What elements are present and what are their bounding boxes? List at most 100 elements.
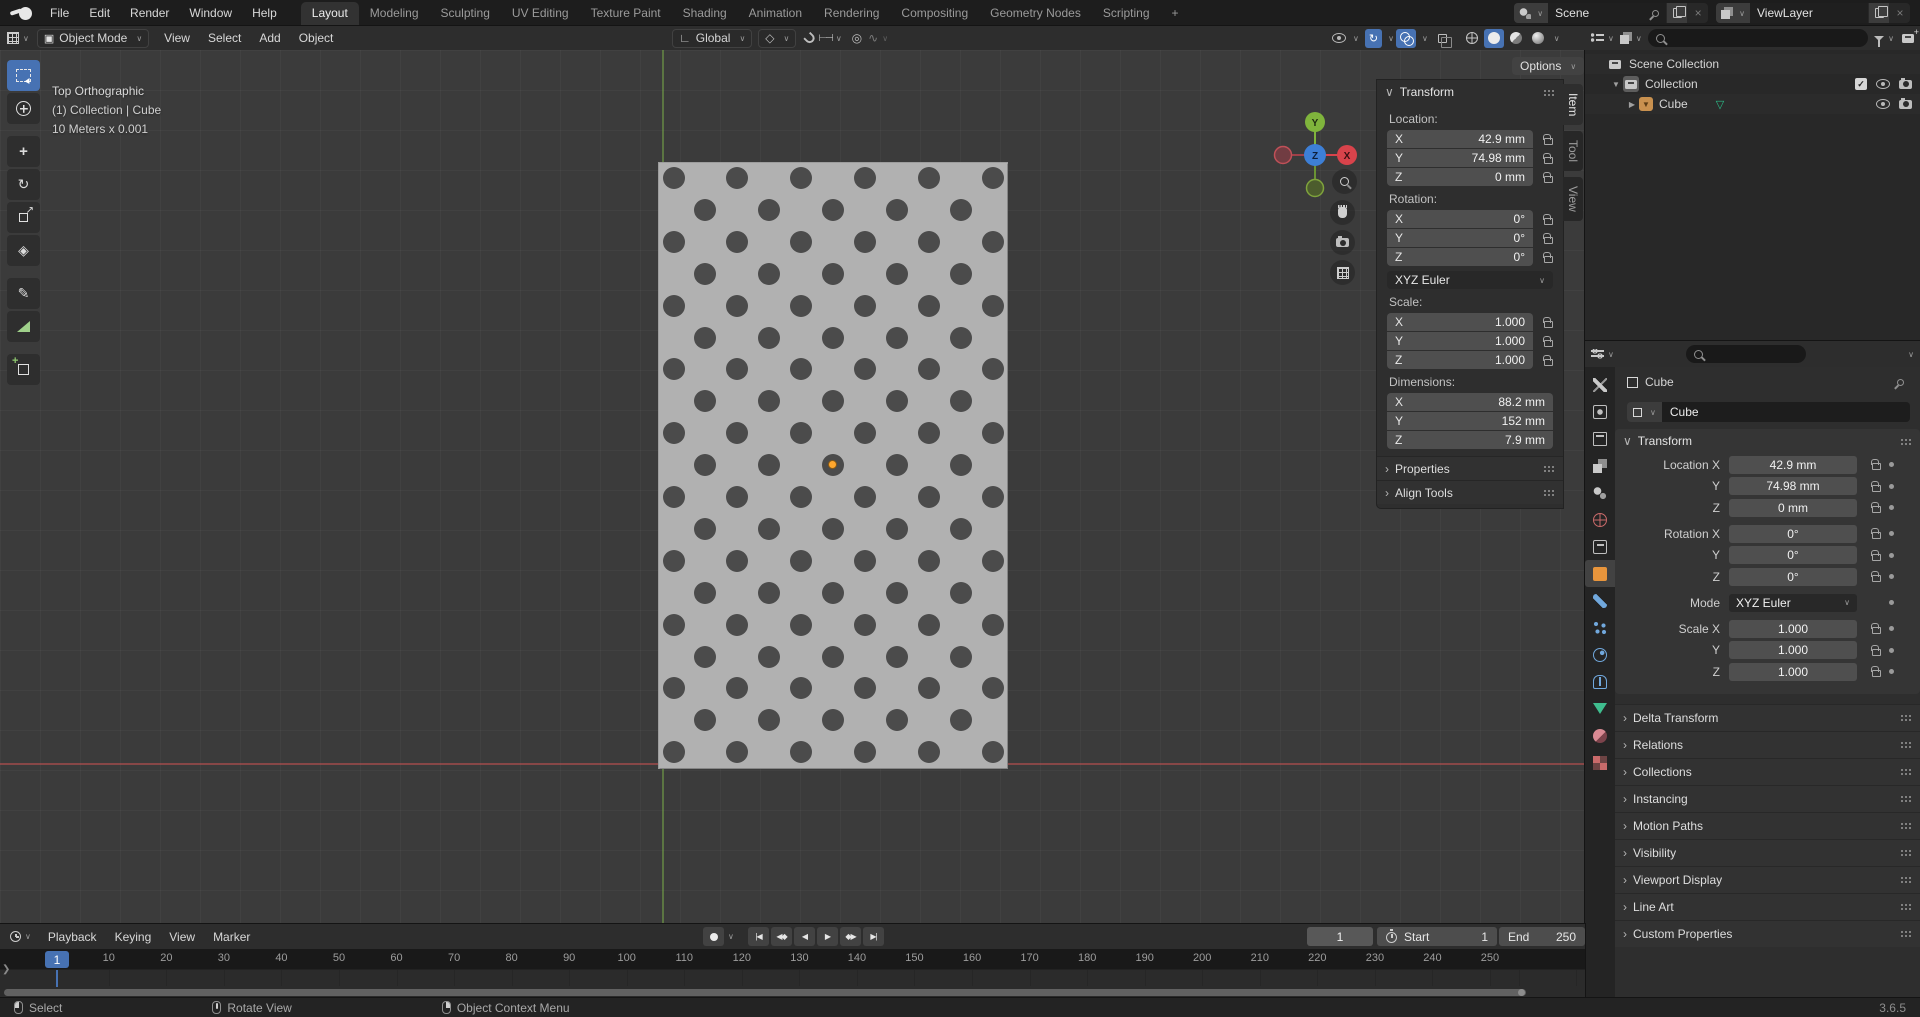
animate-dot[interactable] [1889,669,1894,674]
workspace-tab-scripting[interactable]: Scripting [1092,2,1161,26]
properties-tab-data[interactable] [1585,695,1615,722]
properties-tab-material[interactable] [1585,722,1615,749]
camera-view-button[interactable] [1330,230,1355,255]
current-frame-field[interactable]: 1 [1307,927,1373,946]
tool-transform[interactable]: ◈ [7,235,40,266]
transform-orientation-dropdown[interactable]: ∟ Global ∨ [672,28,753,48]
outliner-item-label[interactable]: Cube [1659,97,1688,111]
lock-icon[interactable] [1543,171,1553,183]
proportional-falloff-dropdown[interactable]: ∿ ∨ [868,31,888,45]
object-visibility-dropdown[interactable]: ∨ [1328,29,1363,48]
drag-dots-icon[interactable] [1899,794,1912,803]
zoom-button[interactable] [1332,169,1357,194]
drag-dots-icon[interactable] [1899,767,1912,776]
lock-icon[interactable] [1543,133,1553,145]
properties-tab-modifiers[interactable] [1585,587,1615,614]
perspective-toggle-button[interactable] [1330,260,1355,285]
workspace-tab-compositing[interactable]: Compositing [890,2,979,26]
panel-custom-properties[interactable]: › Custom Properties [1615,919,1920,947]
viewport-menu-add[interactable]: Add [250,31,289,45]
eye-icon[interactable] [1876,79,1890,89]
new-collection-button[interactable] [1902,27,1919,43]
viewlayer-name-field[interactable]: ViewLayer [1750,3,1868,23]
lock-icon[interactable] [1543,152,1553,164]
lock-icon[interactable] [1543,251,1553,263]
overlays-dropdown[interactable]: ∨ [1422,34,1428,43]
frame-end-field[interactable]: End 250 [1499,927,1585,946]
tool-add-cube[interactable] [7,354,40,385]
camera-icon[interactable] [1899,77,1912,89]
transform-panel-header[interactable]: ∨ Transform [1615,429,1920,453]
drag-dots-icon[interactable] [1899,740,1912,749]
lock-icon[interactable] [1871,623,1881,634]
eye-icon[interactable] [1876,99,1890,109]
y-field[interactable]: 74.98 mm [1729,477,1857,495]
drag-dots-icon[interactable] [1899,436,1912,446]
panel-relations[interactable]: › Relations [1615,730,1920,758]
workspace-tab-modeling[interactable]: Modeling [359,2,430,26]
dimensions-y-field[interactable]: Y 152 mm [1387,412,1553,430]
sidebar-tab-tool[interactable]: Tool [1563,131,1583,172]
panel-instancing[interactable]: › Instancing [1615,784,1920,812]
menu-edit[interactable]: Edit [79,0,120,26]
shading-dropdown[interactable]: ∨ [1554,34,1560,43]
panel-motion-paths[interactable]: › Motion Paths [1615,811,1920,839]
options-button[interactable]: Options ∨ [1512,57,1585,75]
timeline-menu-view[interactable]: View [160,930,204,944]
mode-dropdown[interactable]: ▣ Object Mode ∨ [36,28,150,48]
tool-cursor[interactable] [7,93,40,124]
properties-tab-output[interactable] [1585,425,1615,452]
animate-dot[interactable] [1889,626,1894,631]
workspace-tab-layout[interactable]: Layout [300,2,359,26]
checkbox-icon[interactable]: ✓ [1855,78,1867,90]
region-collapse-arrow[interactable]: ❯ [2,964,10,975]
scale-x-field[interactable]: 1.000 [1729,619,1857,638]
outliner-filter-dropdown[interactable]: ∨ [1874,34,1894,47]
pivot-point-dropdown[interactable]: ◇ ∨ [758,28,797,48]
animate-dot[interactable] [1889,647,1894,653]
scale-x-field[interactable]: X 1.000 [1387,313,1533,331]
tool-select-box[interactable] [7,60,40,91]
properties-filter-dropdown[interactable]: ∨ [1908,350,1914,359]
drag-dots-icon[interactable] [1542,87,1555,97]
drag-dots-icon[interactable] [1899,902,1912,911]
workspace-tab-texture-paint[interactable]: Texture Paint [580,2,672,26]
tool-measure[interactable] [7,311,40,342]
workspace-tab-geometry-nodes[interactable]: Geometry Nodes [979,2,1092,26]
panel-properties[interactable]: › Properties [1377,456,1563,480]
animate-dot[interactable] [1889,505,1894,510]
play-button[interactable]: ▶ [817,927,838,946]
expander-icon[interactable]: ▼ [1609,80,1623,89]
lock-icon[interactable] [1543,213,1553,225]
xray-toggle[interactable] [1437,33,1453,48]
panel-line-art[interactable]: › Line Art [1615,892,1920,920]
lock-icon[interactable] [1543,316,1553,328]
location-x-field[interactable]: X 42.9 mm [1387,130,1533,148]
tool-scale[interactable] [7,202,40,233]
menu-help[interactable]: Help [242,0,287,26]
lock-icon[interactable] [1543,335,1553,347]
menu-window[interactable]: Window [179,0,242,26]
y-field[interactable]: 0° [1729,546,1857,564]
animate-dot[interactable] [1889,574,1894,579]
object-id-dropdown[interactable]: ∨ [1627,402,1662,422]
snap-toggle[interactable] [803,31,818,45]
location-x-field[interactable]: 42.9 mm [1729,455,1857,474]
animate-dot[interactable] [1889,600,1894,605]
workspace-tab-sculpting[interactable]: Sculpting [430,2,501,26]
timeline-scrollbar[interactable] [4,989,1526,996]
animate-dot[interactable] [1889,531,1894,536]
workspace-tab-animation[interactable]: Animation [738,2,813,26]
properties-tab-particles[interactable] [1585,614,1615,641]
outliner-item-label[interactable]: Collection [1645,77,1698,91]
viewport-menu-select[interactable]: Select [199,31,250,45]
animate-dot[interactable] [1889,552,1894,558]
object-name-field[interactable]: Cube [1661,402,1910,422]
animate-dot[interactable] [1889,462,1894,467]
workspace-tab--[interactable]: + [1161,2,1190,26]
playhead-line[interactable] [56,970,58,987]
lock-icon[interactable] [1543,354,1553,366]
properties-tab-viewlayer[interactable] [1585,452,1615,479]
outliner-display-mode-dropdown[interactable]: ∨ [1591,33,1614,43]
camera-icon[interactable] [1899,97,1912,109]
